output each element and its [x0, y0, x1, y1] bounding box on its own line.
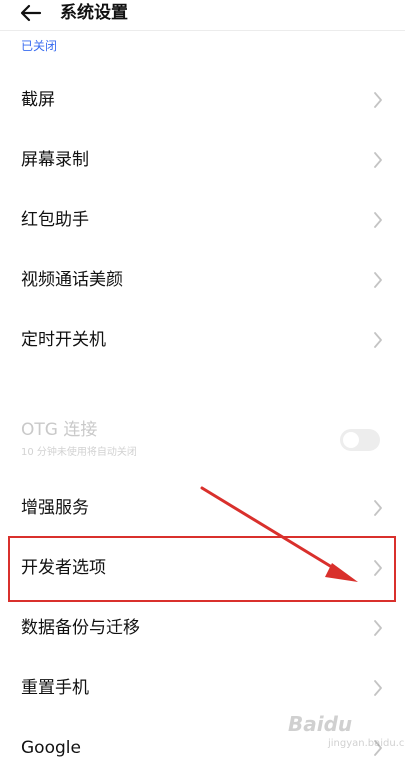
chevron-right-icon	[374, 680, 382, 696]
settings-row-red-packet[interactable]: 红包助手	[0, 190, 405, 250]
settings-row-label: 屏幕录制	[21, 150, 89, 170]
otg-title: OTG 连接	[21, 420, 98, 440]
chevron-right-icon	[374, 272, 382, 288]
header-divider	[0, 30, 405, 31]
toggle-knob	[343, 432, 359, 448]
settings-row-screenshot[interactable]: 截屏	[0, 70, 405, 130]
settings-row-reset-phone[interactable]: 重置手机	[0, 658, 405, 718]
settings-row-screen-record[interactable]: 屏幕录制	[0, 130, 405, 190]
settings-row-label: 红包助手	[21, 210, 89, 230]
settings-screen: 系统设置 已关闭 截屏 屏幕录制 红包助手 视频通话美颜 定时开关机 OTG 连…	[0, 0, 405, 765]
settings-row-label: 重置手机	[21, 678, 89, 698]
settings-row-data-backup[interactable]: 数据备份与迁移	[0, 598, 405, 658]
chevron-right-icon	[374, 92, 382, 108]
chevron-right-icon	[374, 332, 382, 348]
settings-row-enhanced-services[interactable]: 增强服务	[0, 478, 405, 538]
otg-toggle-switch[interactable]	[340, 429, 380, 451]
settings-row-label: 增强服务	[21, 498, 89, 518]
back-button[interactable]	[16, 0, 46, 26]
settings-row-label: 开发者选项	[21, 558, 106, 578]
settings-row-google[interactable]: Google	[0, 718, 405, 765]
chevron-right-icon	[374, 620, 382, 636]
otg-subtitle: 10 分钟未使用将自动关闭	[21, 447, 137, 458]
chevron-right-icon	[374, 500, 382, 516]
settings-row-scheduled-power[interactable]: 定时开关机	[0, 310, 405, 370]
chevron-right-icon	[374, 152, 382, 168]
settings-row-label: 数据备份与迁移	[21, 618, 140, 638]
settings-row-developer-options[interactable]: 开发者选项	[0, 538, 405, 598]
page-title: 系统设置	[60, 3, 128, 23]
status-text: 已关闭	[21, 39, 58, 53]
arrow-left-icon	[20, 4, 42, 22]
chevron-right-icon	[374, 740, 382, 756]
app-header: 系统设置	[0, 0, 405, 30]
settings-row-label: Google	[21, 738, 81, 758]
settings-row-label: 截屏	[21, 90, 55, 110]
chevron-right-icon	[374, 560, 382, 576]
settings-row-label: 定时开关机	[21, 330, 106, 350]
chevron-right-icon	[374, 212, 382, 228]
settings-row-label: 视频通话美颜	[21, 270, 123, 290]
settings-row-video-beauty[interactable]: 视频通话美颜	[0, 250, 405, 310]
